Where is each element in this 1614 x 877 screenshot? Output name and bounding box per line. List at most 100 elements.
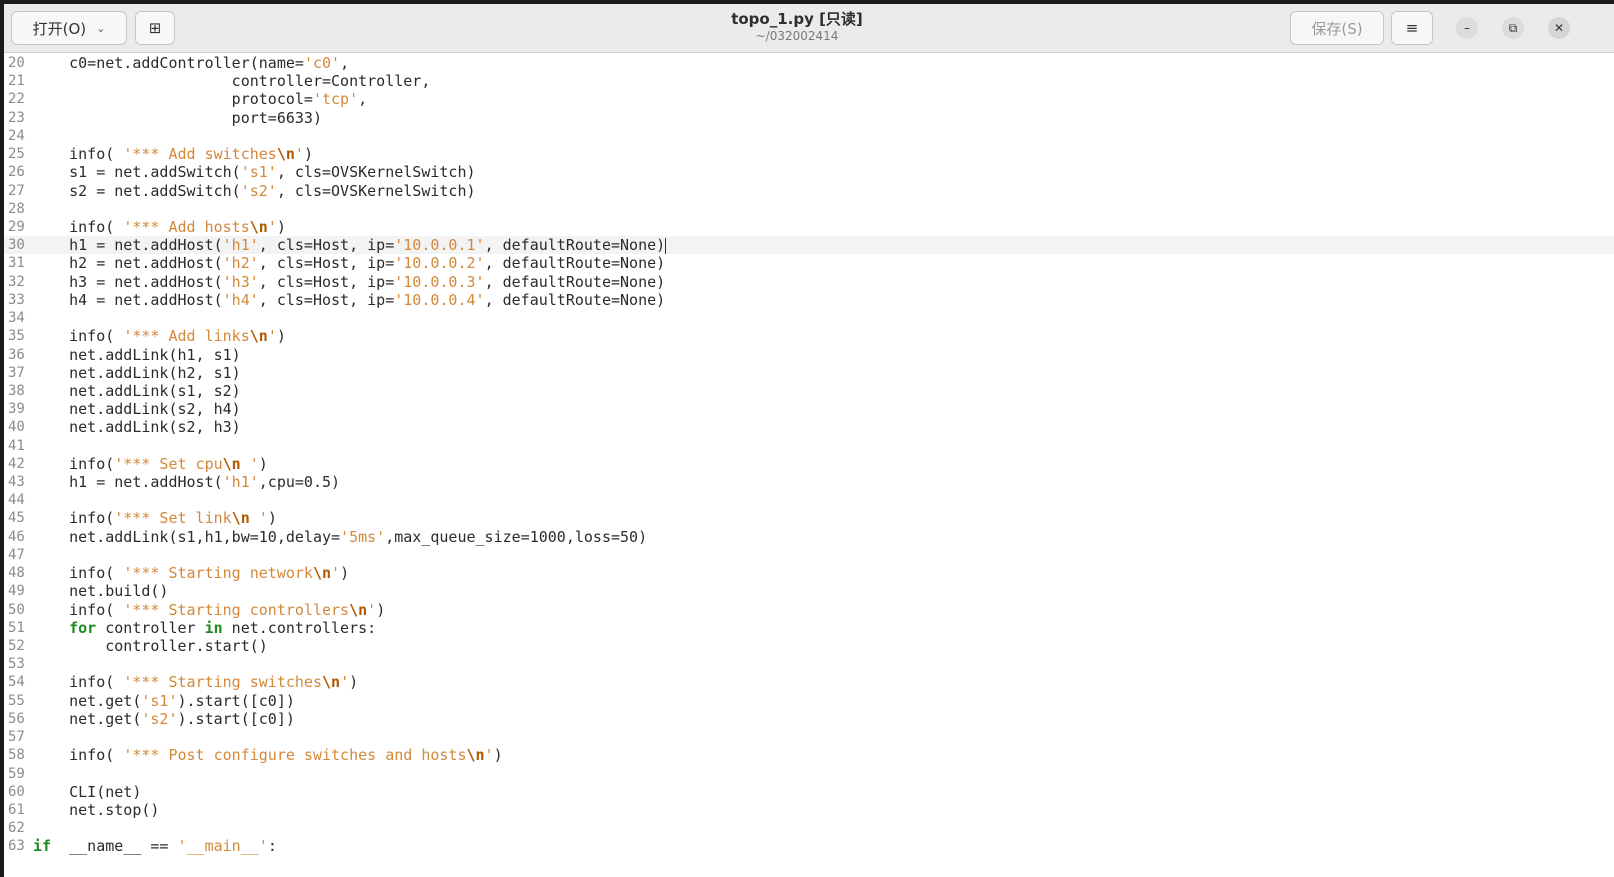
string-token: 'h1' [222,473,259,492]
line-number: 26 [8,164,25,181]
string-token: '10.0.0.3' [394,272,485,291]
code-line[interactable]: 36 net.addLink(h1, s1) [4,346,1614,364]
code-line[interactable]: 45 info('*** Set link\n ') [4,509,1614,527]
line-number: 20 [8,55,25,71]
code-line[interactable]: 42 info('*** Set cpu\n ') [4,455,1614,473]
code-text: net.addLink(h1, s1) [33,346,241,364]
code-line[interactable]: 39 net.addLink(s2, h4) [4,400,1614,418]
line-number: 23 [8,109,25,126]
code-token: net.addLink(h2, s1) [33,363,241,382]
code-line[interactable]: 27 s2 = net.addSwitch('s2', cls=OVSKerne… [4,182,1614,200]
code-line[interactable]: 24 [4,127,1614,145]
string-token: '*** Starting network [123,564,313,583]
code-token: s1 = net.addSwitch( [33,163,241,182]
code-line[interactable]: 57 [4,728,1614,746]
code-token: , [358,90,368,109]
code-token: ) [340,564,350,583]
code-line[interactable]: 63 if __name__ == '__main__': [4,837,1614,855]
string-token: '10.0.0.4' [394,290,485,309]
line-number: 43 [8,474,25,491]
save-button[interactable]: 保存(S) [1290,11,1384,45]
code-text: net.addLink(s1,h1,bw=10,delay='5ms',max_… [33,528,647,546]
code-line[interactable]: 49 net.build() [4,582,1614,600]
code-line[interactable]: 21 controller=Controller, [4,72,1614,90]
code-token: ) [276,327,286,346]
code-line[interactable]: 58 info( '*** Post configure switches an… [4,746,1614,764]
code-token: , defaultRoute=None) [484,272,666,291]
code-line[interactable]: 48 info( '*** Starting network\n') [4,564,1614,582]
code-line[interactable]: 30 h1 = net.addHost('h1', cls=Host, ip='… [4,236,1614,255]
code-token: ) [258,454,268,473]
code-token: controller=Controller, [33,72,431,91]
code-line[interactable]: 32 h3 = net.addHost('h3', cls=Host, ip='… [4,273,1614,291]
line-number: 48 [8,565,25,582]
line-number: 21 [8,73,25,90]
code-line[interactable]: 59 [4,765,1614,783]
code-line[interactable]: 46 net.addLink(s1,h1,bw=10,delay='5ms',m… [4,528,1614,546]
code-line[interactable]: 25 info( '*** Add switches\n') [4,145,1614,163]
code-line[interactable]: 29 info( '*** Add hosts\n') [4,218,1614,236]
code-token: info( [33,673,124,692]
code-line[interactable]: 37 net.addLink(h2, s1) [4,364,1614,382]
hamburger-menu-button[interactable]: ≡ [1391,11,1433,45]
string-token: '10.0.0.1' [394,236,485,255]
code-token: net.addLink(s1, s2) [33,381,241,400]
code-line[interactable]: 62 [4,819,1614,837]
string-token: ' [331,564,341,583]
code-line[interactable]: 43 h1 = net.addHost('h1',cpu=0.5) [4,473,1614,491]
code-token: CLI(net) [33,782,142,801]
code-line[interactable]: 20 c0=net.addController(name='c0', [4,54,1614,72]
code-line[interactable]: 28 [4,200,1614,218]
code-text: s1 = net.addSwitch('s1', cls=OVSKernelSw… [33,163,475,182]
code-line[interactable]: 33 h4 = net.addHost('h4', cls=Host, ip='… [4,291,1614,309]
code-text: h2 = net.addHost('h2', cls=Host, ip='10.… [33,254,665,272]
code-line[interactable]: 53 [4,655,1614,673]
code-line[interactable]: 38 net.addLink(s1, s2) [4,382,1614,400]
string-token: 'h2' [222,254,259,273]
code-token: net.addLink(s1,h1,bw=10,delay= [33,527,341,546]
string-token: ' [249,509,268,528]
line-number: 33 [8,291,25,308]
line-number: 52 [8,638,25,654]
code-editor[interactable]: 20 c0=net.addController(name='c0', 21 co… [4,53,1614,877]
close-button[interactable]: ✕ [1548,17,1570,39]
code-line[interactable]: 47 [4,546,1614,564]
code-token: net.addLink(s2, h3) [33,418,241,437]
code-text: net.build() [33,582,168,600]
code-token: ,max_queue_size=1000,loss=50) [385,527,648,546]
string-token: ' [267,327,277,346]
code-line[interactable]: 56 net.get('s2').start([c0]) [4,710,1614,728]
code-line[interactable]: 22 protocol='tcp', [4,90,1614,108]
code-line[interactable]: 54 info( '*** Starting switches\n') [4,673,1614,691]
code-line[interactable]: 40 net.addLink(s2, h3) [4,418,1614,436]
escape-token: \n [231,509,250,528]
code-token: info( [33,454,115,473]
code-line[interactable]: 35 info( '*** Add links\n') [4,327,1614,345]
code-token: net.build() [33,582,169,601]
code-line[interactable]: 34 [4,309,1614,327]
code-line[interactable]: 41 [4,437,1614,455]
code-token: protocol= [33,90,313,109]
code-line[interactable]: 44 [4,491,1614,509]
string-token: '*** Add links [123,327,250,346]
code-text: protocol='tcp', [33,90,367,108]
minimize-icon: – [1464,21,1470,35]
code-line[interactable]: 31 h2 = net.addHost('h2', cls=Host, ip='… [4,254,1614,272]
maximize-button[interactable]: ⧉ [1502,17,1524,39]
code-line[interactable]: 52 controller.start() [4,637,1614,655]
code-line[interactable]: 51 for controller in net.controllers: [4,619,1614,637]
line-number: 45 [8,510,25,527]
escape-token: \n [466,746,485,765]
line-number: 38 [8,382,25,399]
code-line[interactable]: 26 s1 = net.addSwitch('s1', cls=OVSKerne… [4,163,1614,181]
minimize-button[interactable]: – [1456,17,1478,39]
string-token: '*** Starting switches [123,673,322,692]
code-line[interactable]: 55 net.get('s1').start([c0]) [4,692,1614,710]
line-number: 34 [8,310,25,327]
line-number: 55 [8,692,25,709]
code-line[interactable]: 61 net.stop() [4,801,1614,819]
string-token: ' [484,746,494,765]
code-line[interactable]: 60 CLI(net) [4,783,1614,801]
code-line[interactable]: 50 info( '*** Starting controllers\n') [4,601,1614,619]
code-line[interactable]: 23 port=6633) [4,109,1614,127]
